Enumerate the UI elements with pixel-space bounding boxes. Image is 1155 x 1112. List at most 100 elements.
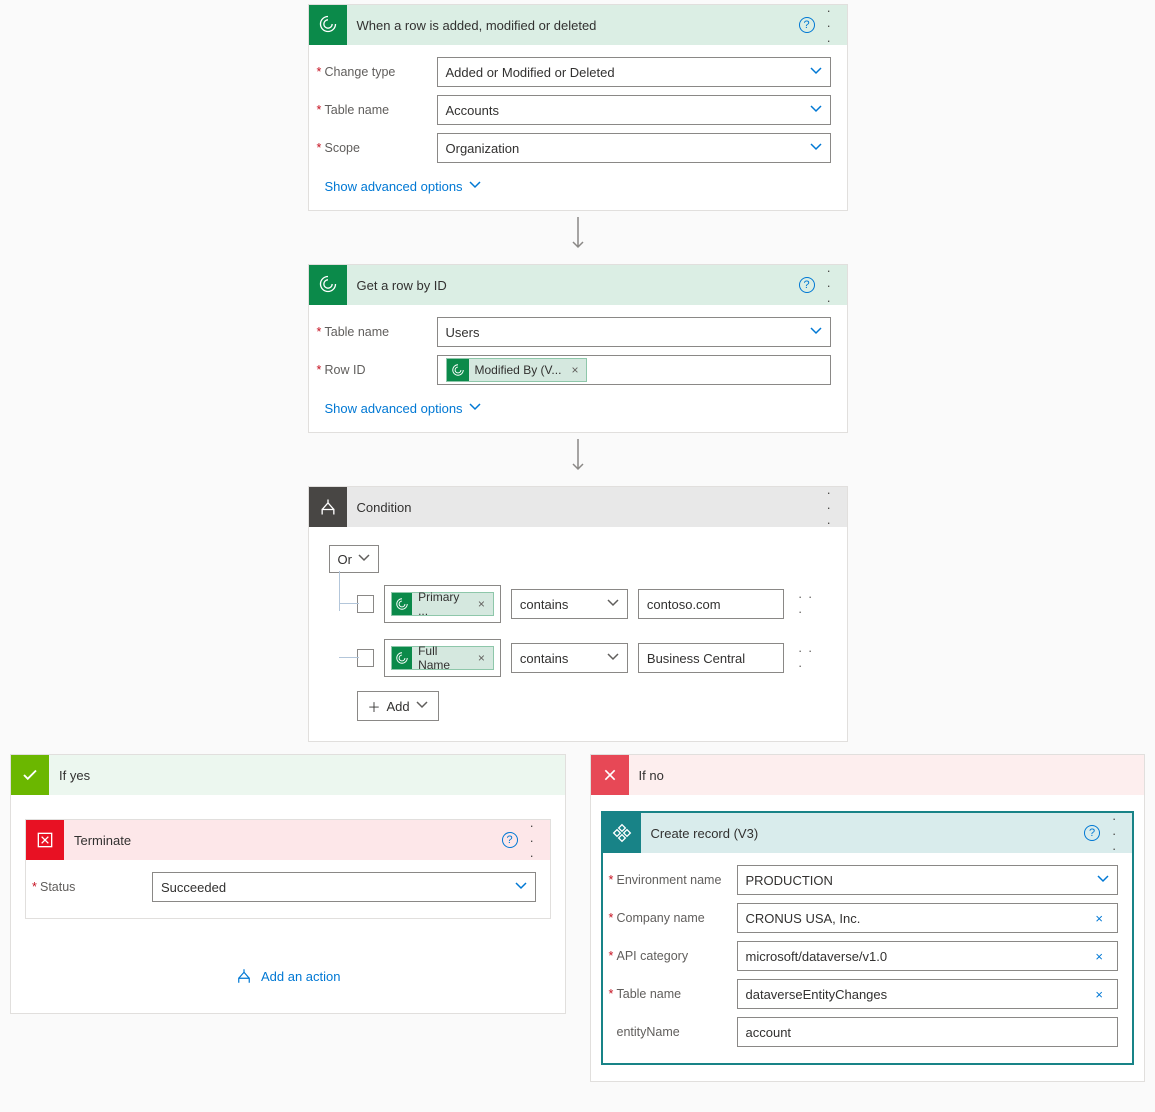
- row-id-token[interactable]: Modified By (V... ×: [446, 358, 588, 382]
- clear-icon[interactable]: ×: [1089, 911, 1109, 926]
- if-no-branch: If no Create record (V3) ? · · · Environ: [590, 754, 1146, 1082]
- chevron-down-icon: [810, 65, 822, 80]
- add-action-label: Add an action: [261, 969, 341, 984]
- help-icon[interactable]: ?: [795, 17, 817, 33]
- condition-grouping-select[interactable]: Or: [329, 545, 379, 573]
- label-change-type: Change type: [325, 65, 437, 79]
- chevron-down-icon: [416, 699, 428, 714]
- tree-line: [339, 603, 359, 604]
- apicat-input[interactable]: microsoft/dataverse/v1.0 ×: [737, 941, 1119, 971]
- plus-icon: ＋: [368, 697, 381, 716]
- close-icon[interactable]: ×: [567, 363, 582, 377]
- create-record-card: Create record (V3) ? · · · Environment n…: [601, 811, 1135, 1065]
- condition-icon: [309, 487, 347, 527]
- label-apicat: API category: [617, 949, 737, 963]
- show-advanced-link[interactable]: Show advanced options: [325, 175, 481, 198]
- help-icon[interactable]: ?: [1080, 825, 1102, 841]
- more-icon[interactable]: · · ·: [817, 485, 847, 530]
- condition-grouping-value: Or: [338, 552, 352, 567]
- row-id-input[interactable]: Modified By (V... ×: [437, 355, 831, 385]
- rule-field-input[interactable]: Full Name ×: [384, 639, 501, 677]
- condition-card: Condition · · · Or Primary ...: [308, 486, 848, 742]
- dataverse-icon: [392, 647, 412, 669]
- change-type-select[interactable]: Added or Modified or Deleted: [437, 57, 831, 87]
- show-advanced-link[interactable]: Show advanced options: [325, 397, 481, 420]
- scope-value: Organization: [446, 141, 520, 156]
- rule-operator-value: contains: [520, 597, 568, 612]
- show-advanced-label: Show advanced options: [325, 179, 463, 194]
- help-icon[interactable]: ?: [795, 277, 817, 293]
- label-row-id: Row ID: [325, 363, 437, 377]
- dataverse-icon: [392, 593, 412, 615]
- label-env: Environment name: [617, 873, 737, 887]
- check-icon: [11, 755, 49, 795]
- cr-table-input[interactable]: dataverseEntityChanges ×: [737, 979, 1119, 1009]
- if-no-header[interactable]: If no: [591, 755, 1145, 795]
- trigger-header[interactable]: When a row is added, modified or deleted…: [309, 5, 847, 45]
- label-company: Company name: [617, 911, 737, 925]
- create-record-header[interactable]: Create record (V3) ? · · ·: [603, 813, 1133, 853]
- env-select[interactable]: PRODUCTION: [737, 865, 1119, 895]
- status-select[interactable]: Succeeded: [152, 872, 536, 902]
- chevron-down-icon: [469, 179, 481, 194]
- getrow-header[interactable]: Get a row by ID ? · · ·: [309, 265, 847, 305]
- if-yes-title: If yes: [49, 768, 565, 783]
- rule-operator-select[interactable]: contains: [511, 643, 628, 673]
- if-yes-branch: If yes Terminate ? · · · Status: [10, 754, 566, 1014]
- close-icon[interactable]: ×: [474, 651, 489, 665]
- terminate-card: Terminate ? · · · Status Succeeded: [25, 819, 551, 919]
- rule-checkbox[interactable]: [357, 649, 375, 667]
- label-scope: Scope: [325, 141, 437, 155]
- close-icon[interactable]: ×: [474, 597, 489, 611]
- more-icon[interactable]: · · ·: [520, 818, 550, 863]
- chevron-down-icon: [358, 552, 370, 567]
- chevron-down-icon: [810, 141, 822, 156]
- field-token-label: Primary ...: [418, 590, 468, 618]
- add-action-button[interactable]: Add an action: [235, 967, 341, 985]
- more-icon[interactable]: · · ·: [1102, 811, 1132, 856]
- more-icon[interactable]: · · ·: [817, 3, 847, 48]
- chevron-down-icon: [1097, 873, 1109, 888]
- close-icon: [591, 755, 629, 795]
- entity-input[interactable]: account: [737, 1017, 1119, 1047]
- chevron-down-icon: [607, 597, 619, 612]
- if-yes-header[interactable]: If yes: [11, 755, 565, 795]
- add-rule-button[interactable]: ＋ Add: [357, 691, 439, 721]
- chevron-down-icon: [810, 103, 822, 118]
- create-record-title: Create record (V3): [641, 826, 1081, 841]
- add-action-icon: [235, 967, 253, 985]
- trigger-title: When a row is added, modified or deleted: [347, 18, 795, 33]
- terminate-title: Terminate: [64, 833, 498, 848]
- trigger-table-select[interactable]: Accounts: [437, 95, 831, 125]
- chevron-down-icon: [607, 651, 619, 666]
- chevron-down-icon: [469, 401, 481, 416]
- rule-value-input[interactable]: Business Central: [638, 643, 784, 673]
- label-entity: entityName: [617, 1025, 737, 1039]
- if-no-title: If no: [629, 768, 1145, 783]
- more-icon[interactable]: · · ·: [794, 589, 826, 619]
- tree-line: [339, 657, 359, 658]
- trigger-card: When a row is added, modified or deleted…: [308, 4, 848, 211]
- chevron-down-icon: [515, 880, 527, 895]
- field-token[interactable]: Full Name ×: [391, 646, 494, 670]
- rule-value-input[interactable]: contoso.com: [638, 589, 784, 619]
- getrow-table-select[interactable]: Users: [437, 317, 831, 347]
- condition-rule: Full Name × contains Business Central · …: [329, 637, 827, 679]
- scope-select[interactable]: Organization: [437, 133, 831, 163]
- label-cr-table: Table name: [617, 987, 737, 1001]
- chevron-down-icon: [810, 325, 822, 340]
- clear-icon[interactable]: ×: [1089, 949, 1109, 964]
- rule-checkbox[interactable]: [357, 595, 375, 613]
- terminate-icon: [26, 820, 64, 860]
- business-central-icon: [603, 813, 641, 853]
- rule-operator-select[interactable]: contains: [511, 589, 628, 619]
- company-input[interactable]: CRONUS USA, Inc. ×: [737, 903, 1119, 933]
- rule-field-input[interactable]: Primary ... ×: [384, 585, 501, 623]
- dataverse-icon: [309, 5, 347, 45]
- more-icon[interactable]: · · ·: [817, 263, 847, 308]
- more-icon[interactable]: · · ·: [794, 643, 826, 673]
- field-token[interactable]: Primary ... ×: [391, 592, 494, 616]
- condition-header[interactable]: Condition · · ·: [309, 487, 847, 527]
- help-icon[interactable]: ?: [498, 832, 520, 848]
- terminate-header[interactable]: Terminate ? · · ·: [26, 820, 550, 860]
